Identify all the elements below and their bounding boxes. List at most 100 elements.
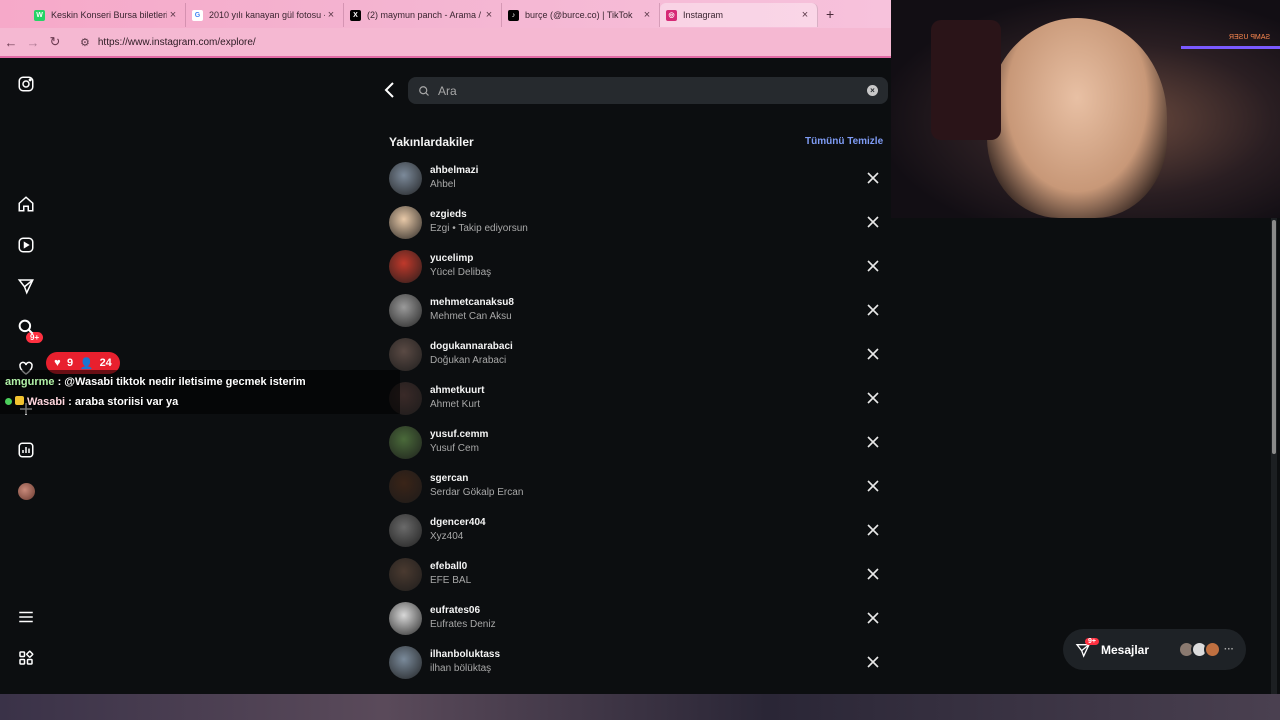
remove-icon[interactable]: [866, 655, 880, 669]
recent-search-row[interactable]: mehmetcanaksu8 Mehmet Can Aksu: [389, 288, 881, 332]
reload-icon[interactable]: ↻: [44, 34, 66, 50]
remove-icon[interactable]: [866, 171, 880, 185]
forward-arrow-icon[interactable]: →: [22, 35, 44, 50]
clear-search-icon[interactable]: ×: [867, 85, 878, 96]
new-tab-button[interactable]: +: [826, 6, 834, 22]
recent-search-row[interactable]: ezgieds Ezgi • Takip ediyorsun: [389, 200, 881, 244]
site-settings-icon[interactable]: ⚙: [80, 36, 90, 49]
avatar[interactable]: [389, 601, 422, 635]
chat-username: amgurme: [5, 376, 55, 388]
user-info: ahmetkuurt Ahmet Kurt: [430, 384, 866, 412]
remove-icon[interactable]: [866, 611, 880, 625]
avatar[interactable]: [389, 425, 422, 459]
remove-icon[interactable]: [866, 215, 880, 229]
avatar[interactable]: [389, 161, 422, 195]
browser-tab[interactable]: W Keskin Konseri Bursa biletleri | Bileti…: [28, 3, 186, 27]
username: ilhanboluktass: [430, 649, 501, 660]
x-icon: X: [350, 9, 361, 21]
clear-all-button[interactable]: Tümünü Temizle: [805, 136, 883, 147]
recent-search-row[interactable]: yusuf.cemm Yusuf Cem: [389, 420, 881, 464]
remove-icon[interactable]: [866, 391, 880, 405]
recent-search-row[interactable]: yucelimp Yücel Delibaş: [389, 244, 881, 288]
chat-username: Wasabi: [27, 396, 66, 408]
search-input[interactable]: [438, 83, 867, 98]
recent-search-row[interactable]: efeball0 EFE BAL: [389, 552, 881, 596]
username: mehmetcanaksu8: [430, 297, 514, 308]
recents-heading: Yakınlardakiler: [389, 135, 474, 149]
home-icon[interactable]: [14, 192, 38, 216]
webcam-overlay: SAMP USER: [891, 0, 1280, 218]
remove-icon[interactable]: [866, 435, 880, 449]
scrollbar[interactable]: [1271, 218, 1277, 694]
remove-icon[interactable]: [866, 303, 880, 317]
recent-search-row[interactable]: ahbelmazi Ahbel: [389, 156, 881, 200]
remove-icon[interactable]: [866, 567, 880, 581]
address-field[interactable]: ⚙ https://www.instagram.com/explore/: [80, 36, 256, 49]
browser-tab[interactable]: X (2) maymun panch - Arama / X ×: [344, 3, 502, 27]
user-info: yucelimp Yücel Delibaş: [430, 252, 866, 280]
right-page-area: [891, 218, 1280, 694]
whatsapp-icon: W: [34, 9, 45, 21]
remove-icon[interactable]: [866, 259, 880, 273]
recent-search-row[interactable]: dgencer404 Xyz404: [389, 508, 881, 552]
gaming-chair: [931, 20, 1001, 140]
user-info: yusuf.cemm Yusuf Cem: [430, 428, 866, 456]
dashboard-icon[interactable]: [14, 438, 38, 462]
search-icon[interactable]: [14, 315, 38, 339]
back-chevron-icon[interactable]: [381, 80, 399, 100]
messages-label: Mesajlar: [1101, 642, 1150, 657]
full-name: Ahbel: [430, 179, 456, 190]
avatar[interactable]: [389, 513, 422, 547]
recent-search-row[interactable]: eufrates06 Eufrates Deniz: [389, 596, 881, 640]
tab-title: (2) maymun panch - Arama / X: [367, 10, 483, 20]
user-info: dgencer404 Xyz404: [430, 516, 866, 544]
remove-icon[interactable]: [866, 479, 880, 493]
browser-tab[interactable]: G 2010 yılı kanayan gül fotosu - Google×: [186, 3, 344, 27]
back-arrow-icon[interactable]: ←: [0, 35, 22, 50]
avatar[interactable]: [389, 557, 422, 591]
menu-icon[interactable]: [14, 605, 38, 629]
username: ahbelmazi: [430, 165, 479, 176]
crown-icon: [15, 396, 24, 405]
user-info: sgercan Serdar Gökalp Ercan: [430, 472, 866, 500]
avatar[interactable]: [389, 249, 422, 283]
browser-tab[interactable]: ♪ burçe (@burce.co) | TikTok ×: [502, 3, 660, 27]
viewer-icon: 👤: [79, 357, 94, 370]
reels-icon[interactable]: [14, 233, 38, 257]
avatar[interactable]: [389, 293, 422, 327]
more-apps-icon[interactable]: [14, 646, 38, 670]
tab-title: Instagram: [683, 10, 724, 20]
recent-search-row[interactable]: ahmetkuurt Ahmet Kurt: [389, 376, 881, 420]
search-bar[interactable]: ×: [408, 77, 888, 104]
close-tab-icon[interactable]: ×: [641, 9, 653, 21]
direct-messages-icon[interactable]: [14, 274, 38, 298]
close-tab-icon[interactable]: ×: [167, 9, 179, 21]
instagram-icon: ◎: [666, 9, 677, 21]
tab-title: burçe (@burce.co) | TikTok: [525, 10, 633, 20]
scrollbar-thumb[interactable]: [1272, 220, 1276, 454]
messages-button[interactable]: 9+ Mesajlar ···: [1063, 629, 1246, 670]
avatar[interactable]: [389, 469, 422, 503]
full-name: Doğukan Arabaci: [430, 355, 507, 366]
recent-search-row[interactable]: dogukannarabaci Doğukan Arabaci: [389, 332, 881, 376]
profile-avatar[interactable]: [14, 479, 38, 503]
recent-search-row[interactable]: sgercan Serdar Gökalp Ercan: [389, 464, 881, 508]
chat-message: Wasabi : araba storiisi var ya: [5, 392, 395, 412]
avatar[interactable]: [389, 337, 422, 371]
recent-search-row[interactable]: ilhanboluktass ilhan bölüktaş: [389, 640, 881, 684]
remove-icon[interactable]: [866, 523, 880, 537]
instagram-logo-icon[interactable]: [14, 72, 38, 96]
close-tab-icon[interactable]: ×: [799, 9, 811, 21]
browser-tab[interactable]: ◎ Instagram ×: [660, 3, 818, 27]
tiktok-icon: ♪: [508, 9, 519, 21]
user-info: ilhanboluktass ilhan bölüktaş: [430, 648, 866, 676]
full-name: Xyz404: [430, 531, 464, 542]
remove-icon[interactable]: [866, 347, 880, 361]
avatar[interactable]: [389, 645, 422, 679]
avatar[interactable]: [389, 205, 422, 239]
viewer-count: 24: [99, 357, 112, 369]
username: yusuf.cemm: [430, 429, 489, 440]
full-name: ilhan bölüktaş: [430, 663, 492, 674]
close-tab-icon[interactable]: ×: [325, 9, 337, 21]
close-tab-icon[interactable]: ×: [483, 9, 495, 21]
